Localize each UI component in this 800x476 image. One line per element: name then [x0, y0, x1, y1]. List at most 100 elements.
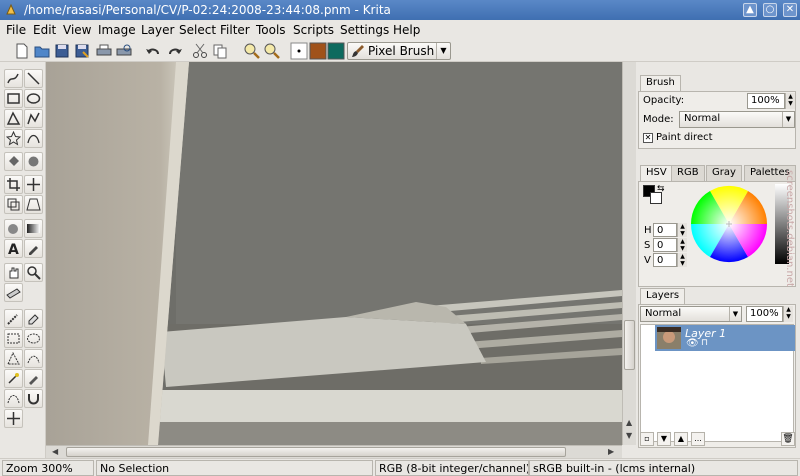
scroll-left-icon[interactable]: ◀ — [52, 447, 58, 456]
move-up-icon[interactable]: ▲ — [674, 432, 688, 446]
ellipse-select-tool-icon[interactable] — [24, 329, 43, 348]
eraser-select-tool-icon[interactable] — [24, 309, 43, 328]
menu-filter[interactable]: Filter — [220, 23, 250, 37]
new-layer-icon[interactable]: ▫ — [640, 432, 654, 446]
opacity-spinner[interactable]: ▲ ▼ — [785, 93, 795, 109]
visibility-eye-icon[interactable]: 👁 — [686, 338, 699, 349]
zoom-out-icon[interactable] — [263, 42, 281, 60]
menu-view[interactable]: View — [63, 23, 91, 37]
hsv-color-wheel[interactable] — [689, 184, 769, 264]
minimize-button[interactable]: ▲ — [743, 3, 757, 17]
paint-direct-checkbox[interactable]: ✕ — [643, 133, 653, 143]
contiguous-select-tool-icon[interactable] — [4, 369, 23, 388]
canvas-vertical-scrollbar[interactable]: ▲ ▼ — [622, 62, 636, 445]
crop-tool-icon[interactable] — [4, 175, 23, 194]
polyline-tool-icon[interactable] — [24, 109, 43, 128]
scroll-up-icon[interactable]: ▲ — [626, 418, 632, 427]
menu-settings[interactable]: Settings — [340, 23, 389, 37]
move-down-icon[interactable]: ▼ — [657, 432, 671, 446]
menu-edit[interactable]: Edit — [33, 23, 56, 37]
tab-gray[interactable]: Gray — [706, 165, 742, 181]
vertical-scrollbar-thumb[interactable] — [624, 320, 635, 370]
magnetic-select-tool-icon[interactable] — [24, 389, 43, 408]
tab-hsv[interactable]: HSV — [640, 165, 673, 182]
polygon-tool-icon[interactable] — [4, 109, 23, 128]
brush-select-tool-icon[interactable] — [4, 309, 23, 328]
scroll-down-icon[interactable]: ▼ — [626, 431, 632, 440]
copy-icon[interactable] — [211, 42, 229, 60]
print-icon[interactable] — [95, 42, 113, 60]
pan-tool-icon[interactable] — [4, 263, 23, 282]
opacity-input[interactable]: 100% — [747, 93, 785, 109]
menu-image[interactable]: Image — [98, 23, 136, 37]
similar-select-tool-icon[interactable] — [24, 369, 43, 388]
bezier-tool-icon[interactable] — [24, 129, 43, 148]
outline-select-tool-icon[interactable] — [24, 349, 43, 368]
save-icon[interactable] — [53, 42, 71, 60]
measure-tool-icon[interactable] — [4, 283, 23, 302]
menu-help[interactable]: Help — [393, 23, 420, 37]
fill-tool-icon[interactable] — [4, 152, 23, 171]
color-picker-tool-icon[interactable] — [24, 239, 43, 258]
menu-file[interactable]: File — [6, 23, 26, 37]
move-tool-icon[interactable] — [24, 175, 43, 194]
properties-button[interactable]: ... — [691, 432, 705, 446]
swap-colors-icon[interactable]: ⇆ — [657, 184, 665, 194]
value-input[interactable]: 0 — [653, 253, 677, 267]
undo-icon[interactable] — [144, 42, 162, 60]
open-folder-icon[interactable] — [33, 42, 51, 60]
background-color-swatch[interactable] — [327, 42, 345, 60]
bezier-select-tool-icon[interactable] — [4, 389, 23, 408]
zoom-status: Zoom 300% — [2, 460, 94, 476]
redo-icon[interactable] — [166, 42, 184, 60]
saturation-input[interactable]: 0 — [653, 238, 677, 252]
scroll-right-icon[interactable]: ▶ — [608, 447, 614, 456]
brush-size-icon[interactable] — [290, 42, 308, 60]
maximize-button[interactable]: ○ — [763, 3, 777, 17]
new-file-icon[interactable] — [13, 42, 31, 60]
lock-icon[interactable]: ⊓ — [701, 338, 708, 348]
close-button[interactable]: ✕ — [783, 3, 797, 17]
zoom-in-icon[interactable] — [243, 42, 261, 60]
cut-icon[interactable] — [191, 42, 209, 60]
print-preview-icon[interactable] — [115, 42, 133, 60]
hue-spinner[interactable]: ▲ ▼ — [677, 223, 687, 237]
delete-layer-icon[interactable]: 🗑 — [781, 432, 795, 446]
canvas-horizontal-scrollbar[interactable]: ◀ ▶ — [46, 445, 622, 458]
polygon-select-tool-icon[interactable] — [4, 349, 23, 368]
tab-rgb[interactable]: RGB — [671, 165, 705, 181]
rect-select-tool-icon[interactable] — [4, 329, 23, 348]
transform-tool-icon[interactable] — [4, 195, 23, 214]
zoom-tool-icon[interactable] — [24, 263, 43, 282]
hue-label: H — [644, 225, 652, 236]
smudge-tool-icon[interactable] — [4, 219, 23, 238]
rectangle-tool-icon[interactable] — [4, 89, 23, 108]
perspective-tool-icon[interactable] — [24, 195, 43, 214]
menu-tools[interactable]: Tools — [256, 23, 286, 37]
brush-preset-select[interactable]: Pixel Brush ▼ — [347, 42, 451, 60]
menu-select[interactable]: Select — [179, 23, 216, 37]
star-tool-icon[interactable] — [4, 129, 23, 148]
menu-scripts[interactable]: Scripts — [293, 23, 334, 37]
text-tool-icon[interactable]: A — [4, 239, 23, 258]
gradient-tool-icon[interactable] — [24, 219, 43, 238]
line-tool-icon[interactable] — [24, 69, 43, 88]
move-selection-tool-icon[interactable] — [4, 409, 23, 428]
tab-brush[interactable]: Brush — [640, 75, 681, 92]
foreground-color-swatch[interactable] — [309, 42, 327, 60]
freehand-tool-icon[interactable] — [4, 69, 23, 88]
layer-opacity-input[interactable]: 100% — [746, 306, 783, 322]
image-canvas[interactable] — [46, 62, 622, 445]
saturation-spinner[interactable]: ▲ ▼ — [677, 238, 687, 252]
menu-layer[interactable]: Layer — [141, 23, 174, 37]
pattern-tool-icon[interactable] — [24, 152, 43, 171]
blend-mode-select[interactable]: Normal ▼ — [679, 111, 795, 128]
save-as-icon[interactable] — [73, 42, 91, 60]
layer-blend-mode-select[interactable]: Normal ▼ — [640, 306, 742, 322]
ellipse-tool-icon[interactable] — [24, 89, 43, 108]
layer-row-1[interactable]: Layer 1 👁 ⊓ — [655, 325, 795, 351]
horizontal-scrollbar-thumb[interactable] — [66, 447, 566, 457]
tab-layers[interactable]: Layers — [640, 288, 686, 305]
hue-input[interactable]: 0 — [653, 223, 677, 237]
value-spinner[interactable]: ▲ ▼ — [677, 253, 687, 267]
